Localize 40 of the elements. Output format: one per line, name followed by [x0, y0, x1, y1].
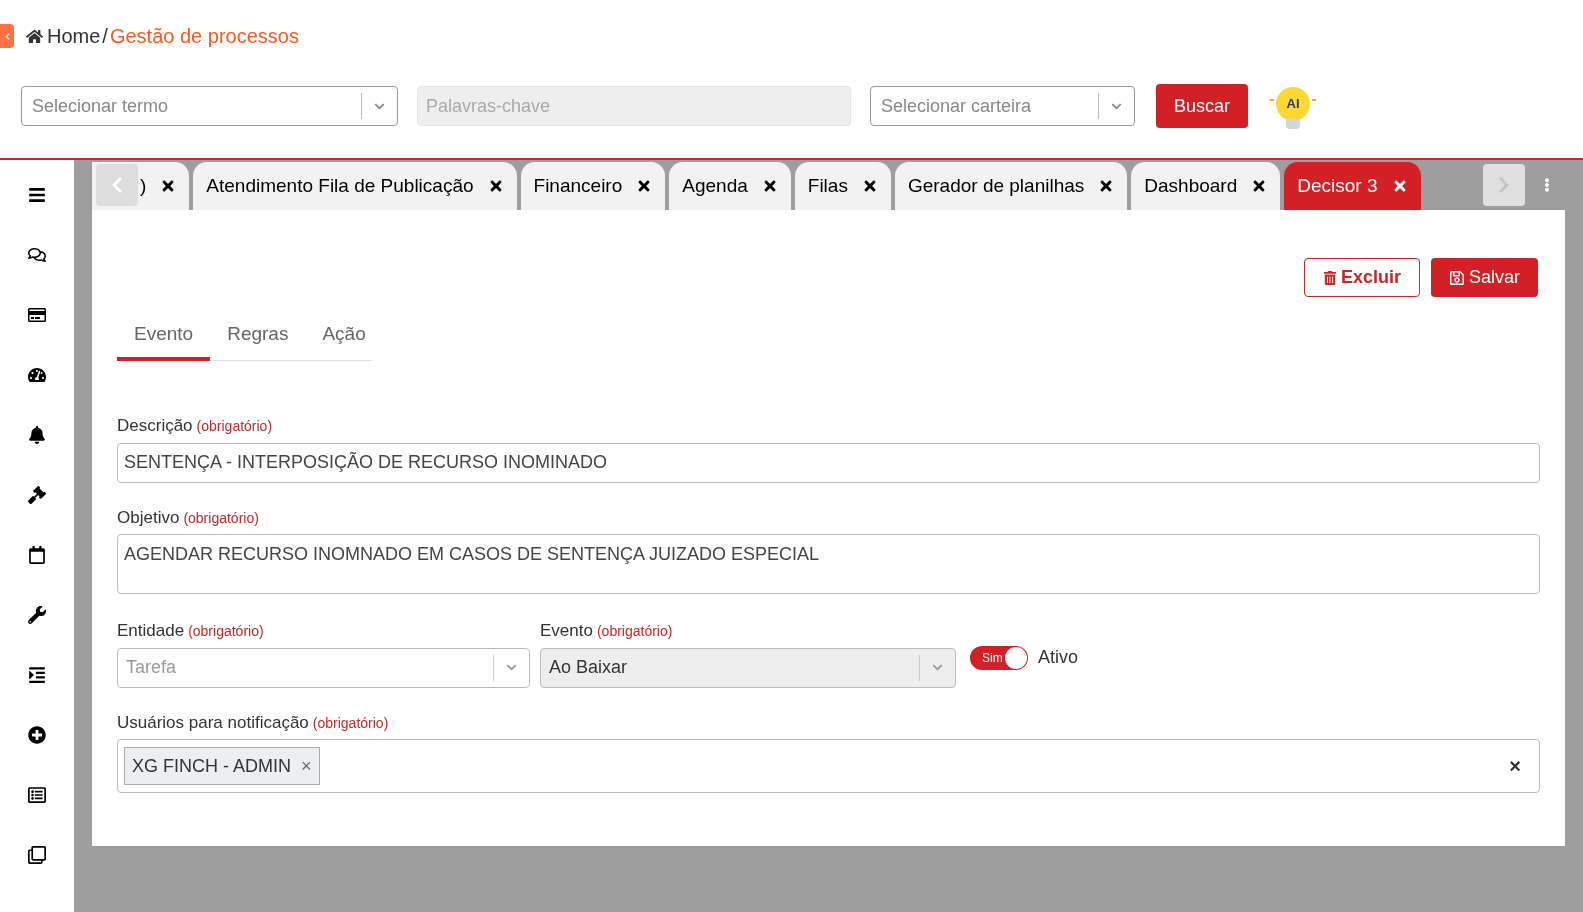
objective-textarea[interactable]: AGENDAR RECURSO INOMNADO EM CASOS DE SENTENÇA JUIZADO ESPECIAL — [117, 534, 1540, 594]
keywords-field[interactable]: Palavras-chave — [417, 86, 851, 126]
field-label: Evento — [540, 620, 593, 642]
remove-tag-button[interactable]: × — [301, 752, 312, 780]
required-note: (obrigatório) — [596, 622, 673, 641]
breadcrumb-link[interactable]: Home — [47, 21, 101, 51]
tab[interactable]: Dashboard — [1131, 162, 1281, 210]
form-tab[interactable]: Regras — [210, 311, 306, 361]
field-label: Entidade — [117, 620, 185, 642]
select-field[interactable]: Ao Baixar — [540, 647, 956, 688]
active-label: Ativo — [1038, 646, 1079, 669]
breadcrumb-separator: / — [102, 24, 108, 49]
delete-button[interactable]: Excluir — [1303, 258, 1420, 297]
required-note: (obrigatório) — [183, 508, 259, 528]
user-tag: XG FINCH - ADMIN × — [124, 747, 320, 785]
tab[interactable]: Atendimento Fila de Publicação — [193, 162, 517, 210]
tab[interactable]: Financeiro — [520, 162, 666, 210]
required-note: (obrigatório) — [196, 417, 273, 436]
active-switch[interactable]: Sim — [970, 645, 1028, 670]
description-field[interactable]: SENTENÇA - INTERPOSIÇÃO DE RECURSO INOMINADO — [117, 442, 1540, 483]
required-note: (obrigatório) — [312, 713, 389, 733]
wallet-input[interactable]: Selecionar carteira — [871, 92, 1098, 120]
field-label: Objetivo — [117, 506, 180, 529]
required-note: (obrigatório) — [188, 622, 264, 641]
tab[interactable]: Gerador de planilhas — [894, 162, 1128, 210]
tab[interactable]: Filas — [794, 162, 891, 210]
search-button[interactable]: Buscar — [1156, 84, 1248, 128]
tab[interactable]: Agenda — [669, 162, 791, 210]
breadcrumb-current: Gestão de processos — [109, 24, 299, 49]
term-select[interactable]: Selecionar termo — [21, 86, 398, 126]
save-button[interactable]: Salvar — [1430, 258, 1538, 297]
field-label: Usuários para notificação — [117, 711, 309, 734]
term-input[interactable]: Selecionar termo — [22, 92, 361, 120]
field-label: Descrição — [117, 415, 193, 437]
clear-button[interactable]: × — [1509, 751, 1521, 781]
tab[interactable]: Decisor 3 — [1284, 162, 1421, 210]
wallet-select[interactable]: Selecionar carteira — [870, 86, 1135, 126]
form-tab[interactable]: Evento — [117, 311, 211, 361]
users-multiselect[interactable]: XG FINCH - ADMIN × × — [117, 739, 1540, 793]
form-tab[interactable]: Ação — [305, 311, 383, 361]
